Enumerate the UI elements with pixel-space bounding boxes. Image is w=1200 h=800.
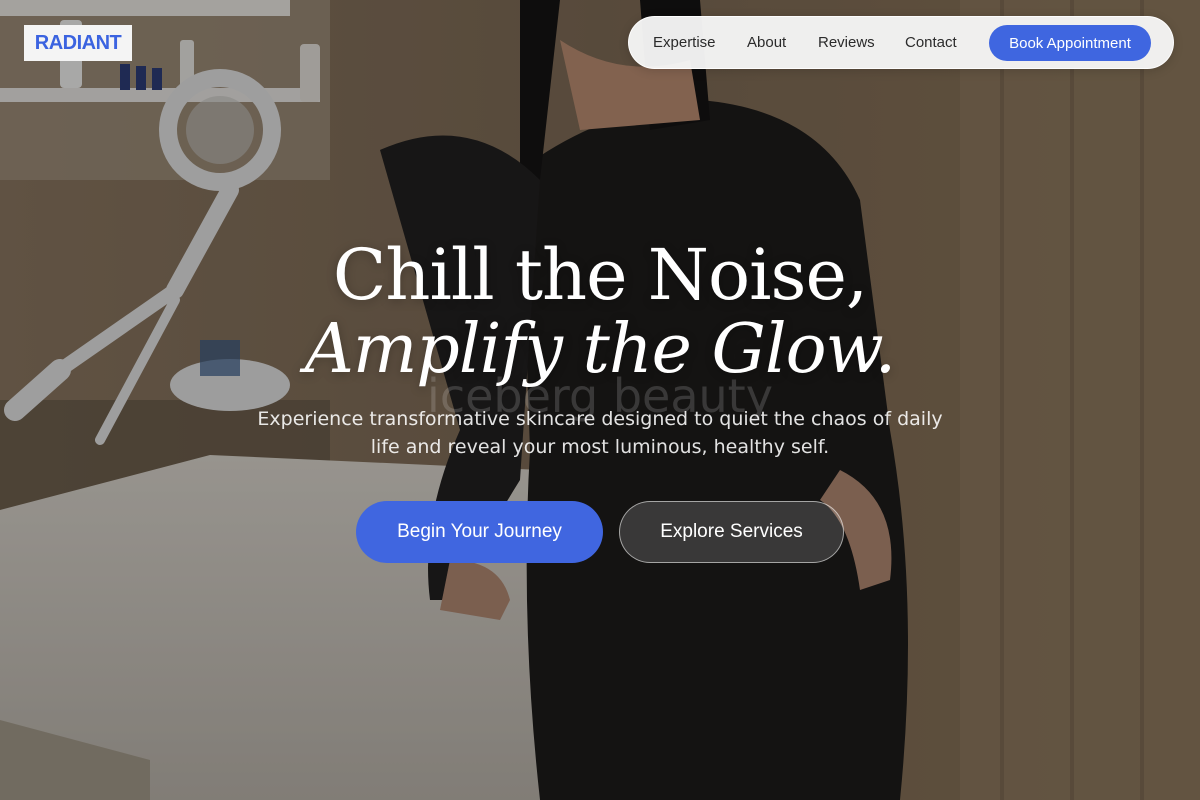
- nav-link-about[interactable]: About: [747, 17, 786, 68]
- top-navigation: Expertise About Reviews Contact Book App…: [628, 16, 1174, 69]
- brand-logo[interactable]: RADIANT: [24, 25, 132, 61]
- hero-headline-line-2: Amplify the Glow.: [304, 310, 897, 389]
- hero-subheading: Experience transformative skincare desig…: [257, 408, 943, 458]
- explore-services-button[interactable]: Explore Services: [619, 501, 844, 563]
- book-appointment-button[interactable]: Book Appointment: [989, 25, 1151, 61]
- hero-section: RADIANT Expertise About Reviews Contact …: [0, 0, 1200, 800]
- nav-link-contact[interactable]: Contact: [905, 17, 957, 68]
- begin-journey-button[interactable]: Begin Your Journey: [356, 501, 603, 563]
- nav-link-reviews[interactable]: Reviews: [818, 17, 875, 68]
- nav-link-expertise[interactable]: Expertise: [653, 17, 716, 68]
